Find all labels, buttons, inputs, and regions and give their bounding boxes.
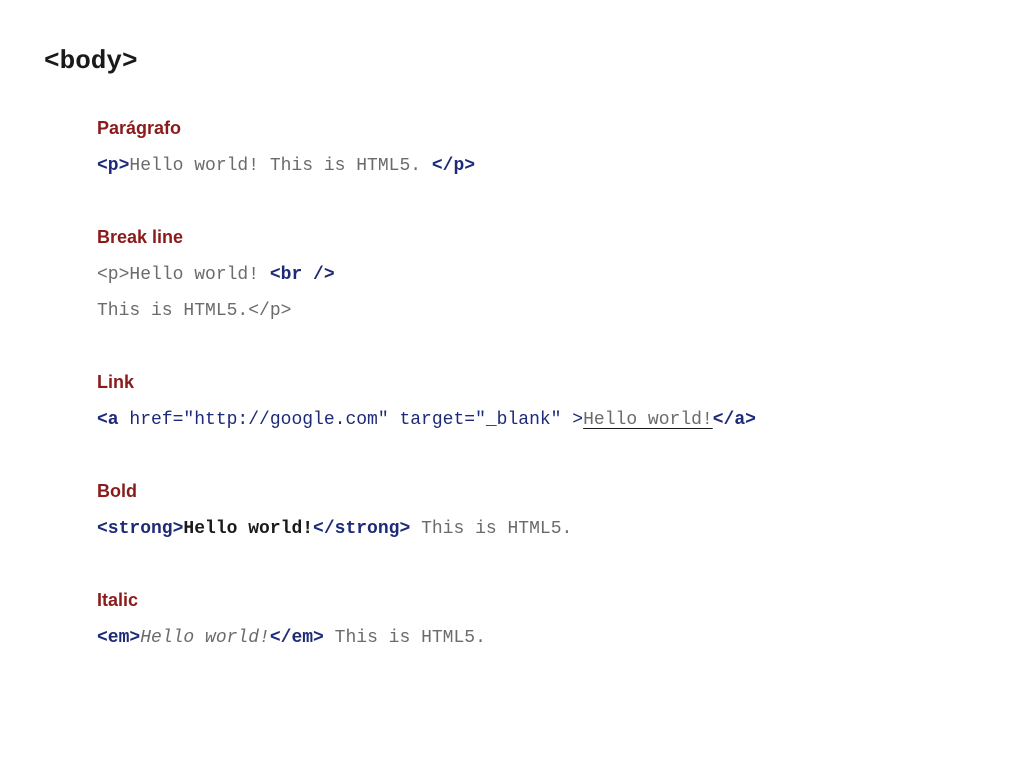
- page-title: <body>: [44, 46, 138, 76]
- code-text: This is HTML5.: [323, 628, 486, 648]
- tag-a-close: </a>: [712, 410, 756, 430]
- section-heading-italic: Italic: [97, 590, 139, 610]
- code-line-italic: <em>Hello world!</em> This is HTML5.: [97, 627, 486, 649]
- code-text: Hello world! This is HTML5.: [129, 156, 432, 176]
- tag-p-open: <p>: [97, 265, 130, 285]
- code-line-breakline-1: <p>Hello world! <br />: [97, 264, 335, 286]
- tag-p-open: <p>: [97, 156, 130, 176]
- code-text: This is HTML5.: [97, 301, 249, 321]
- code-text: This is HTML5.: [410, 519, 573, 539]
- link-text[interactable]: Hello world!: [583, 410, 713, 430]
- tag-strong-open: <strong>: [97, 519, 184, 539]
- code-text: Hello world!: [129, 265, 270, 285]
- tag-strong-close: </strong>: [313, 519, 411, 539]
- code-line-link: <a href="http://google.com" target="_bla…: [97, 409, 756, 431]
- code-line-paragraph: <p>Hello world! This is HTML5. </p>: [97, 155, 475, 177]
- code-line-bold: <strong>Hello world!</strong> This is HT…: [97, 518, 572, 540]
- tag-em-close: </em>: [269, 628, 324, 648]
- tag-a-open: <a: [97, 410, 119, 430]
- tag-a-attributes: href="http://google.com" target="_blank": [118, 410, 573, 430]
- tag-a-open-end: >: [572, 410, 584, 430]
- section-heading-bold: Bold: [97, 481, 137, 501]
- section-heading-link: Link: [97, 372, 135, 392]
- em-text: Hello world!: [140, 628, 270, 648]
- tag-em-open: <em>: [97, 628, 141, 648]
- section-heading-breakline: Break line: [97, 227, 184, 247]
- tag-br: <br />: [269, 265, 335, 285]
- tag-p-close: </p>: [431, 156, 476, 176]
- strong-text: Hello world!: [183, 519, 314, 539]
- tag-p-close: </p>: [248, 301, 292, 321]
- section-heading-paragraph: Parágrafo: [97, 118, 182, 138]
- code-line-breakline-2: This is HTML5.</p>: [97, 300, 291, 322]
